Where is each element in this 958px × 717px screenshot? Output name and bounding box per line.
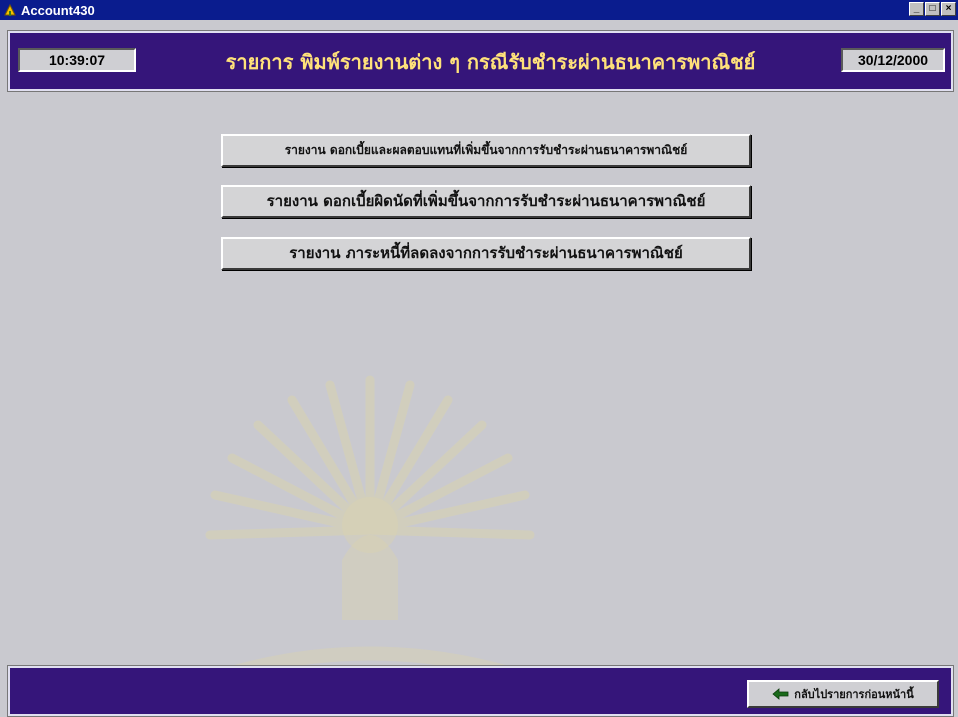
- header-panel: 10:39:07 รายการ พิมพ์รายงานต่าง ๆ กรณีรั…: [7, 30, 954, 92]
- back-to-previous-button[interactable]: กลับไปรายการก่อนหน้านี้: [747, 680, 939, 708]
- back-arrow-icon: [772, 688, 789, 700]
- close-icon[interactable]: ×: [941, 2, 956, 16]
- date-display: 30/12/2000: [841, 48, 945, 72]
- time-display: 10:39:07: [18, 48, 136, 72]
- maximize-icon[interactable]: □: [925, 2, 940, 16]
- app-icon: [4, 3, 16, 16]
- university-emblem-watermark: [116, 375, 624, 717]
- window-controls: _ □ ×: [909, 2, 956, 16]
- report-default-interest-button[interactable]: รายงาน ดอกเบี้ยผิดนัดที่เพิ่มขึ้นจากการร…: [221, 185, 751, 218]
- report-debt-reduced-button[interactable]: รายงาน ภาระหนี้ที่ลดลงจากการรับชำระผ่านธ…: [221, 237, 751, 270]
- report-interest-return-button[interactable]: รายงาน ดอกเบี้ยและผลตอบแทนที่เพิ่มขึ้นจา…: [221, 134, 751, 167]
- minimize-icon[interactable]: _: [909, 2, 924, 16]
- page-title: รายการ พิมพ์รายงานต่าง ๆ กรณีรับชำระผ่าน…: [225, 50, 756, 74]
- window-titlebar: Account430 _ □ ×: [0, 0, 958, 20]
- window-title: Account430: [21, 2, 95, 18]
- back-button-label: กลับไปรายการก่อนหน้านี้: [794, 688, 914, 701]
- footer-panel: กลับไปรายการก่อนหน้านี้: [7, 665, 954, 717]
